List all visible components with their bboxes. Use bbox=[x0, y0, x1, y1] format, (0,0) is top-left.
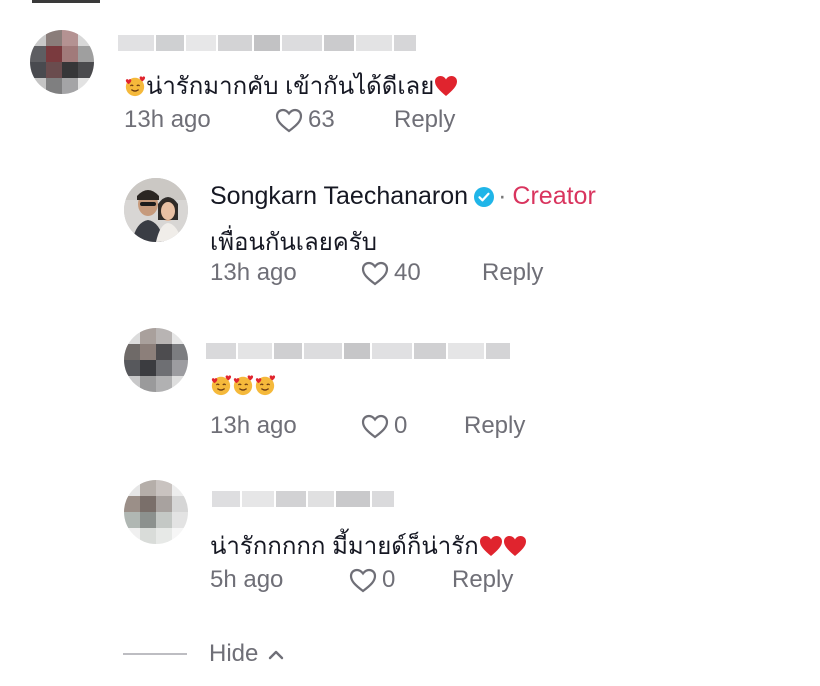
top-edge-divider bbox=[32, 0, 100, 3]
reply-button[interactable]: Reply bbox=[482, 259, 543, 287]
red-heart-emoji bbox=[503, 535, 526, 556]
separator-dot: · bbox=[498, 182, 507, 210]
comment-text: น่ารักมากคับ เข้ากันได้ดีเลย bbox=[124, 66, 458, 105]
like-button[interactable]: 40 bbox=[360, 259, 482, 287]
heart-outline-icon bbox=[361, 414, 389, 439]
like-count: 63 bbox=[308, 106, 335, 133]
comment-text: เพื่อนกันเลยครับ bbox=[210, 222, 377, 261]
red-heart-emoji bbox=[435, 75, 458, 96]
like-button[interactable]: 0 bbox=[360, 412, 464, 440]
comment-text bbox=[210, 374, 276, 396]
smiling-face-with-hearts-emoji bbox=[125, 75, 146, 96]
creator-username-row: Songkarn Taechanaron · Creator bbox=[210, 182, 596, 211]
like-count: 0 bbox=[382, 566, 396, 593]
comment-text: น่ารักกกกก มี้มายด์ก็น่ารัก bbox=[210, 526, 527, 565]
chevron-up-icon bbox=[269, 650, 284, 660]
like-count: 40 bbox=[394, 259, 421, 286]
smiling-face-with-hearts-emoji bbox=[255, 375, 276, 396]
heart-outline-icon bbox=[275, 108, 303, 133]
smiling-face-with-hearts-emoji bbox=[211, 375, 232, 396]
like-button[interactable]: 63 bbox=[274, 106, 394, 134]
creator-label: Creator bbox=[512, 182, 596, 210]
timestamp: 13h ago bbox=[124, 106, 211, 133]
hide-replies-button[interactable]: Hide bbox=[123, 640, 284, 668]
hide-label: Hide bbox=[209, 640, 259, 667]
avatar-blurred[interactable] bbox=[30, 30, 94, 94]
comment-body: เพื่อนกันเลยครับ bbox=[210, 229, 377, 256]
timestamp: 5h ago bbox=[210, 566, 284, 593]
reply-button[interactable]: Reply bbox=[394, 106, 455, 134]
comment-meta: 13h ago 40 Reply bbox=[210, 259, 543, 287]
reply-button[interactable]: Reply bbox=[464, 412, 525, 440]
reply-button[interactable]: Reply bbox=[452, 566, 513, 594]
creator-avatar-image bbox=[124, 178, 188, 242]
heart-outline-icon bbox=[349, 568, 377, 593]
creator-avatar[interactable] bbox=[124, 178, 188, 242]
like-count: 0 bbox=[394, 412, 408, 439]
comment-meta: 13h ago 63 Reply bbox=[124, 106, 455, 134]
comment-body: น่ารักกกกก มี้มายด์ก็น่ารัก bbox=[210, 533, 479, 560]
avatar-blurred[interactable] bbox=[124, 328, 188, 392]
heart-outline-icon bbox=[361, 261, 389, 286]
like-button[interactable]: 0 bbox=[348, 566, 452, 594]
timestamp: 13h ago bbox=[210, 259, 297, 286]
smiling-face-with-hearts-emoji bbox=[233, 375, 254, 396]
comment-body: น่ารักมากคับ เข้ากันได้ดีเลย bbox=[146, 73, 435, 100]
hide-divider-line bbox=[123, 653, 187, 655]
username-blurred[interactable] bbox=[212, 486, 396, 512]
avatar-blurred[interactable] bbox=[124, 480, 188, 544]
username-blurred[interactable] bbox=[206, 338, 512, 364]
comment-meta: 13h ago 0 Reply bbox=[210, 412, 525, 440]
timestamp: 13h ago bbox=[210, 412, 297, 439]
creator-username[interactable]: Songkarn Taechanaron bbox=[210, 182, 468, 211]
comment-meta: 5h ago 0 Reply bbox=[210, 566, 513, 594]
red-heart-emoji bbox=[479, 535, 502, 556]
verified-badge-icon bbox=[474, 186, 495, 207]
username-blurred[interactable] bbox=[118, 30, 418, 56]
